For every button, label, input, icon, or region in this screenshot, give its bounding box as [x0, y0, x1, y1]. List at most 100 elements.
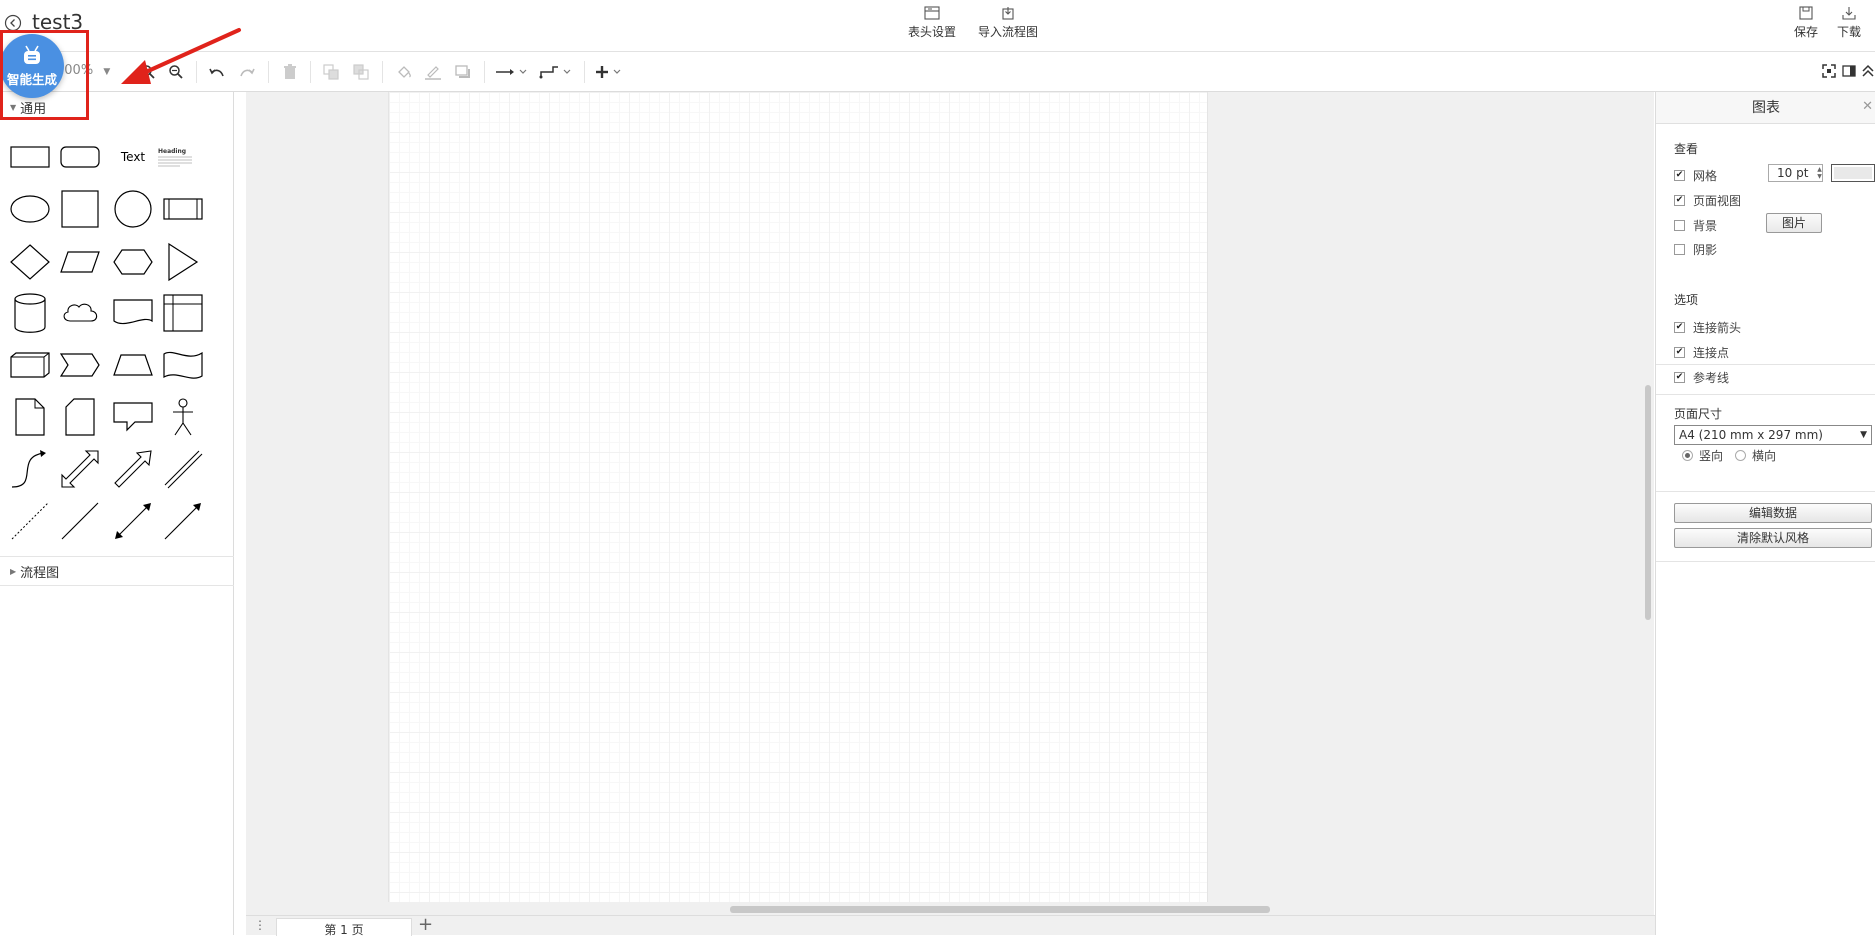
shape-heading-textbox[interactable]: Heading — [158, 132, 208, 182]
guides-checkbox[interactable]: ✔ — [1674, 372, 1685, 383]
format-panel-toggle[interactable] — [1842, 64, 1856, 78]
shape-circle[interactable] — [108, 184, 158, 234]
stepper-down-icon[interactable]: ▼ — [1817, 173, 1822, 180]
tab-page-1[interactable]: 第 1 页 — [276, 918, 412, 937]
background-image-button[interactable]: 图片 — [1766, 213, 1822, 233]
page-tab-bar: ⋮ 第 1 页 + — [246, 914, 1656, 937]
stepper-up-icon[interactable]: ▲ — [1817, 166, 1822, 173]
shape-sidebar: ▼ 通用 Text Heading ▶ 流程图 — [0, 92, 234, 935]
shape-process[interactable] — [158, 184, 208, 234]
shape-link[interactable] — [158, 444, 208, 494]
shape-note[interactable] — [5, 392, 55, 442]
close-icon[interactable]: ✕ — [1862, 99, 1873, 114]
section-flowchart-header[interactable]: ▶ 流程图 — [0, 556, 234, 586]
shape-hexagon[interactable] — [108, 237, 158, 287]
shape-rounded-rectangle[interactable] — [55, 132, 105, 182]
shape-bidirectional-arrow[interactable] — [55, 444, 105, 494]
guides-option[interactable]: ✔ 参考线 — [1674, 369, 1729, 386]
back-button[interactable] — [4, 14, 24, 34]
line-color-button[interactable] — [422, 62, 444, 82]
shape-tape[interactable] — [158, 340, 208, 390]
page-menu-icon[interactable]: ⋮ — [254, 918, 266, 932]
rectangle-icon — [10, 146, 50, 168]
shape-line[interactable] — [55, 496, 105, 546]
shadow-checkbox[interactable] — [1674, 244, 1685, 255]
shape-document[interactable] — [108, 288, 158, 338]
grid-size-stepper[interactable]: ▲ ▼ — [1815, 165, 1824, 181]
grid-label: 网格 — [1693, 169, 1718, 183]
connection-arrows-checkbox[interactable]: ✔ — [1674, 322, 1685, 333]
grid-checkbox[interactable]: ✔ — [1674, 170, 1685, 181]
shape-ellipse[interactable] — [5, 184, 55, 234]
page-size-select[interactable]: A4 (210 mm x 297 mm) ▼ — [1674, 425, 1872, 445]
shape-cube[interactable] — [5, 340, 55, 390]
diagram-page[interactable] — [388, 92, 1208, 902]
grid-color-swatch[interactable] — [1831, 164, 1875, 182]
vertical-scrollbar[interactable] — [1645, 385, 1651, 620]
shape-directional-connector[interactable] — [158, 496, 208, 546]
clear-default-style-button[interactable]: 清除默认风格 — [1674, 528, 1872, 548]
to-back-button[interactable] — [350, 62, 372, 82]
edit-data-button[interactable]: 编辑数据 — [1674, 503, 1872, 523]
shape-diamond[interactable] — [5, 237, 55, 287]
shadow-button[interactable] — [452, 62, 474, 82]
shape-actor[interactable] — [158, 392, 208, 442]
shape-parallelogram[interactable] — [55, 237, 105, 287]
smart-generate-button[interactable]: 智能生成 — [0, 34, 64, 98]
zoom-out-icon — [169, 65, 183, 79]
to-front-button[interactable] — [320, 62, 342, 82]
section-flowchart-label: 流程图 — [20, 565, 60, 581]
connection-points-option[interactable]: ✔ 连接点 — [1674, 344, 1729, 361]
background-option[interactable]: 背景 — [1674, 217, 1717, 234]
shape-rectangle[interactable] — [5, 132, 55, 182]
add-page-icon[interactable]: + — [418, 914, 433, 935]
horizontal-scrollbar[interactable] — [730, 906, 1270, 913]
double-arrow-icon — [61, 450, 99, 488]
save-button[interactable]: 保存 — [1794, 6, 1818, 40]
shape-step[interactable] — [55, 340, 105, 390]
fill-color-button[interactable] — [394, 62, 414, 82]
shape-text[interactable]: Text — [108, 132, 158, 182]
shadow-option[interactable]: 阴影 — [1674, 241, 1717, 258]
connection-style-button[interactable] — [494, 62, 530, 82]
connection-points-checkbox[interactable]: ✔ — [1674, 347, 1685, 358]
background-checkbox[interactable] — [1674, 220, 1685, 231]
delete-button[interactable] — [280, 62, 300, 82]
internal-storage-icon — [163, 294, 203, 332]
zoom-in-button[interactable] — [138, 62, 158, 82]
grid-option[interactable]: ✔ 网格 — [1674, 167, 1717, 184]
fullscreen-button[interactable] — [1822, 64, 1836, 78]
zoom-out-button[interactable] — [166, 62, 186, 82]
undo-button[interactable] — [206, 62, 228, 82]
bidirectional-connector-icon — [115, 503, 151, 539]
collapse-button[interactable] — [1862, 64, 1875, 78]
shape-cloud[interactable] — [55, 288, 105, 338]
shape-internal-storage[interactable] — [158, 288, 208, 338]
shape-square[interactable] — [55, 184, 105, 234]
insert-button[interactable] — [594, 62, 630, 82]
shape-bidirectional-connector[interactable] — [108, 496, 158, 546]
header-settings-button[interactable]: 表头设置 — [908, 6, 956, 40]
download-button[interactable]: 下载 — [1837, 6, 1861, 40]
import-flowchart-button[interactable]: 导入流程图 — [978, 6, 1038, 40]
shape-curve[interactable] — [5, 444, 55, 494]
connection-arrows-option[interactable]: ✔ 连接箭头 — [1674, 319, 1741, 336]
portrait-radio[interactable] — [1682, 450, 1693, 461]
page-view-checkbox[interactable]: ✔ — [1674, 195, 1685, 206]
shape-cylinder[interactable] — [5, 288, 55, 338]
fullscreen-icon — [1822, 64, 1836, 78]
shape-trapezoid[interactable] — [108, 340, 158, 390]
zoom-level[interactable]: 100% ▼ — [56, 63, 110, 78]
cloud-icon — [63, 303, 98, 322]
shape-arrow[interactable] — [108, 444, 158, 494]
page-view-option[interactable]: ✔ 页面视图 — [1674, 192, 1741, 209]
toolbar-separator — [584, 61, 585, 83]
landscape-radio[interactable] — [1735, 450, 1747, 461]
shape-callout[interactable] — [108, 392, 158, 442]
redo-button[interactable] — [236, 62, 258, 82]
waypoints-button[interactable] — [538, 62, 574, 82]
shape-dashed-line[interactable] — [5, 496, 55, 546]
shape-card[interactable] — [55, 392, 105, 442]
shape-triangle[interactable] — [158, 237, 208, 287]
toolbar-separator — [382, 61, 383, 83]
